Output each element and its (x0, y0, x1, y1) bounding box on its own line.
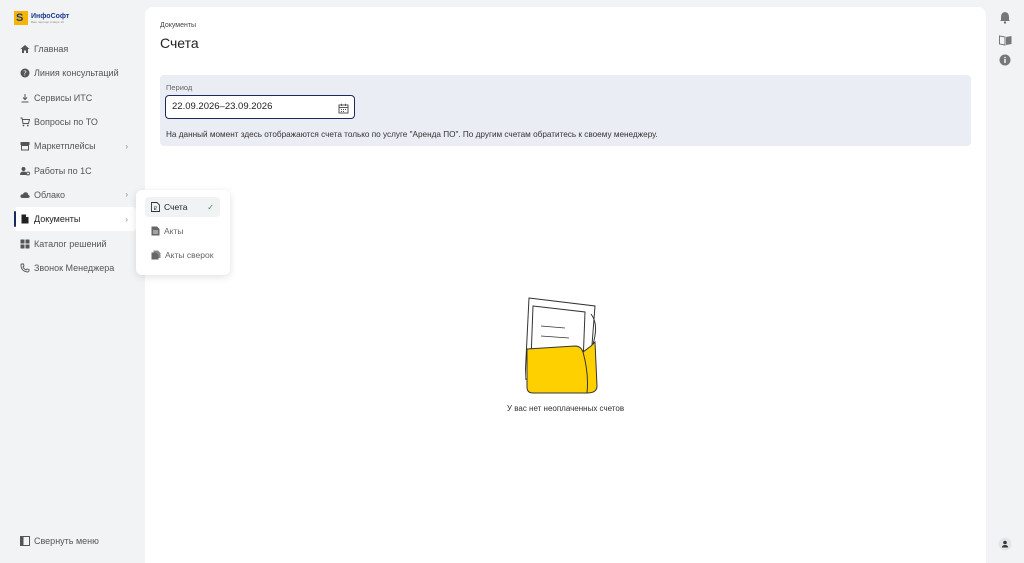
sidebar-item-label: Облако (34, 189, 66, 200)
sidebar-item-1c-works[interactable]: Работы по 1С (14, 158, 136, 182)
period-input[interactable]: 22.09.2026–23.09.2026 (165, 95, 355, 119)
sidebar-item-its-services[interactable]: Сервисы ИТС (14, 86, 136, 110)
sidebar-item-to-questions[interactable]: Вопросы по ТО (14, 110, 136, 134)
home-icon (20, 44, 30, 54)
sidebar-item-consultations[interactable]: ? Линия консультаций (14, 61, 136, 85)
logo-mark-icon: S (14, 11, 28, 25)
main-panel: Документы Счета Период 22.09.2026–23.09.… (145, 7, 986, 563)
sidebar-item-catalog[interactable]: Каталог решений (14, 231, 136, 255)
breadcrumb[interactable]: Документы (160, 22, 196, 29)
page-title: Счета (160, 35, 199, 51)
help-icon: ? (20, 68, 30, 78)
cart-icon (20, 117, 30, 127)
sidebar-item-label: Звонок Менеджера (34, 262, 115, 273)
chevron-right-icon: › (125, 214, 128, 224)
user-icon[interactable] (998, 537, 1012, 551)
book-icon[interactable] (998, 33, 1012, 47)
calendar-icon[interactable] (338, 101, 349, 122)
empty-state-text: У вас нет неоплаченных счетов (506, 404, 625, 413)
phone-icon (20, 263, 30, 273)
invoice-icon: ₽ (151, 202, 160, 212)
bell-icon[interactable] (998, 10, 1012, 24)
grid-icon (20, 239, 30, 249)
submenu-item-label: Акты (164, 226, 184, 236)
sidebar-item-label: Сервисы ИТС (34, 92, 93, 103)
submenu-item-reconciliations[interactable]: Акты сверок (145, 245, 220, 265)
period-label: Период (166, 83, 193, 92)
sidebar-item-label: Вопросы по ТО (34, 117, 98, 128)
documents-submenu: ₽ Счета ✓ Акты Акты сверок (136, 190, 230, 275)
submenu-item-label: Счета (164, 202, 188, 212)
info-icon[interactable] (998, 53, 1012, 67)
sidebar-nav: Главная ? Линия консультаций Сервисы ИТС… (14, 37, 136, 280)
period-value: 22.09.2026–23.09.2026 (172, 101, 273, 112)
submenu-item-label: Акты сверок (165, 250, 214, 260)
svg-text:?: ? (23, 70, 27, 78)
sidebar-item-home[interactable]: Главная (14, 37, 136, 61)
sidebar-item-label: Главная (34, 44, 69, 55)
sidebar-item-cloud[interactable]: Облако › (14, 183, 136, 207)
sidebar-item-label: Маркетплейсы (34, 141, 96, 152)
logo-tagline: Ваш партнер в мире 1С (31, 19, 65, 24)
sidebar-item-label: Работы по 1С (34, 165, 92, 176)
submenu-item-acts[interactable]: Акты (145, 221, 220, 241)
act-icon (151, 226, 160, 236)
empty-folder-illustration (524, 294, 605, 404)
info-note: На данный момент здесь отображаются счет… (166, 130, 658, 139)
sidebar-item-marketplaces[interactable]: Маркетплейсы › (14, 134, 136, 158)
sidebar-item-label: Документы (34, 214, 81, 225)
reconciliation-icon (151, 250, 161, 260)
collapse-menu-label: Свернуть меню (34, 536, 99, 546)
sidebar-item-label: Каталог решений (34, 238, 107, 249)
sidebar-toggle-icon (20, 536, 30, 546)
filter-panel: Период 22.09.2026–23.09.2026 На данный м… (160, 75, 971, 146)
chevron-right-icon: › (125, 190, 128, 200)
sidebar-item-manager-call[interactable]: Звонок Менеджера (14, 256, 136, 280)
download-icon (20, 93, 30, 103)
checkmark-icon: ✓ (207, 202, 214, 212)
sidebar: S ИнфоСофт Ваш партнер в мире 1С Главная… (0, 0, 145, 563)
logo-brand: ИнфоСофт (31, 12, 70, 20)
right-rail (986, 0, 1024, 563)
logo[interactable]: S ИнфоСофт Ваш партнер в мире 1С (14, 10, 69, 26)
sidebar-item-documents[interactable]: Документы › (14, 207, 136, 232)
chevron-right-icon: › (125, 141, 128, 151)
document-icon (20, 214, 30, 224)
person-gear-icon (20, 166, 30, 176)
sidebar-item-label: Линия консультаций (34, 68, 119, 79)
submenu-item-invoices[interactable]: ₽ Счета ✓ (145, 197, 220, 217)
cloud-icon (20, 190, 30, 200)
collapse-menu-button[interactable]: Свернуть меню (20, 536, 99, 546)
store-icon (20, 141, 30, 151)
